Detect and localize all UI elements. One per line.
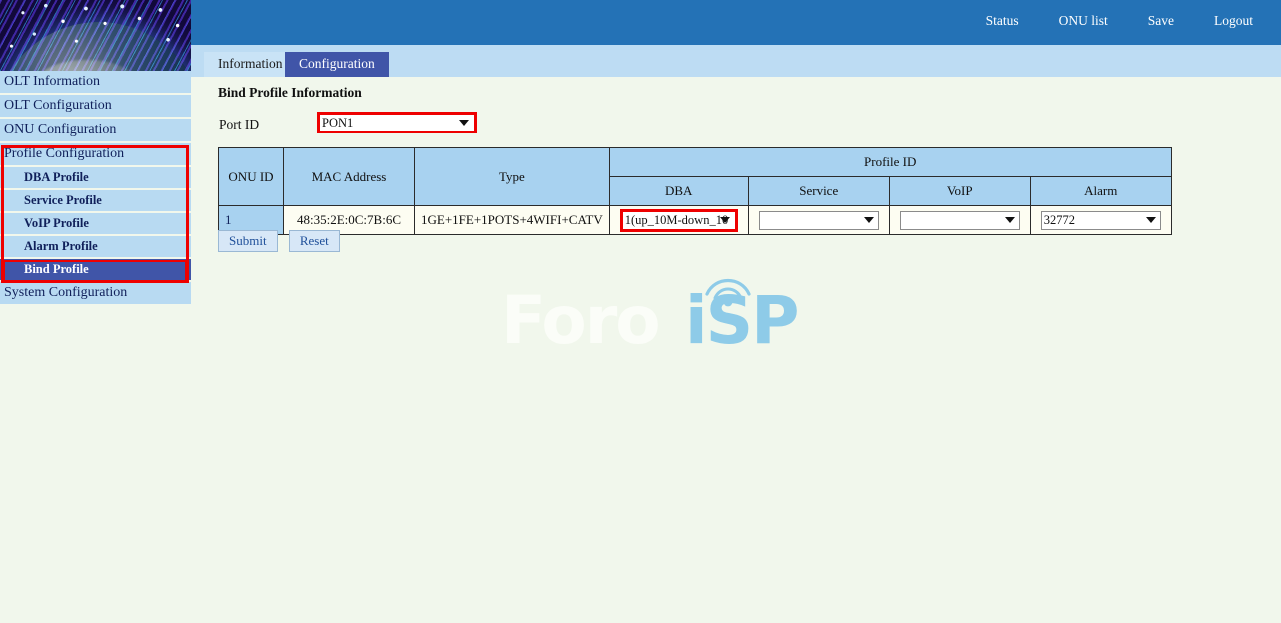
column-header-mac-address: MAC Address bbox=[284, 148, 415, 206]
port-id-select-wrapper: PON1 bbox=[320, 115, 474, 131]
sidebar-item-bind-profile[interactable]: Bind Profile bbox=[0, 259, 191, 282]
column-header-type: Type bbox=[415, 148, 610, 206]
reset-button[interactable]: Reset bbox=[289, 230, 340, 252]
service-select-wrapper bbox=[759, 211, 879, 230]
dba-select-wrapper: 1(up_10M-down_10 bbox=[623, 212, 735, 229]
sidebar-item-label: OLT Information bbox=[4, 74, 100, 89]
port-id-select[interactable]: PON1 bbox=[320, 116, 474, 131]
sidebar-item-olt-information[interactable]: OLT Information bbox=[0, 71, 191, 95]
sidebar-item-label: ONU Configuration bbox=[4, 122, 116, 137]
wifi-tower-icon bbox=[693, 268, 763, 328]
port-id-highlight-box: PON1 bbox=[317, 112, 477, 133]
page-root: OLT Information OLT Configuration ONU Co… bbox=[0, 0, 1281, 623]
column-header-onu-id: ONU ID bbox=[219, 148, 284, 206]
sidebar-item-label: Service Profile bbox=[24, 193, 102, 207]
sidebar-item-voip-profile[interactable]: VoIP Profile bbox=[0, 213, 191, 236]
dba-highlight-box: 1(up_10M-down_10 bbox=[620, 209, 738, 232]
content-area: Bind Profile Information Port ID PON1 ON… bbox=[191, 77, 1281, 623]
watermark-text-foro: Foro bbox=[501, 288, 659, 354]
cell-service bbox=[748, 206, 889, 235]
cell-dba: 1(up_10M-down_10 bbox=[609, 206, 748, 235]
sidebar-item-label: OLT Configuration bbox=[4, 98, 112, 113]
column-header-voip: VoIP bbox=[889, 177, 1030, 206]
sidebar: OLT Information OLT Configuration ONU Co… bbox=[0, 0, 191, 623]
submit-button[interactable]: Submit bbox=[218, 230, 278, 252]
sidebar-item-label: Profile Configuration bbox=[4, 146, 124, 161]
dba-profile-select[interactable]: 1(up_10M-down_10 bbox=[623, 212, 735, 229]
sidebar-item-service-profile[interactable]: Service Profile bbox=[0, 190, 191, 213]
bind-profile-table: ONU ID MAC Address Type Profile ID DBA S… bbox=[218, 147, 1172, 235]
table-head: ONU ID MAC Address Type Profile ID DBA S… bbox=[219, 148, 1172, 206]
table-body: 1 48:35:2E:0C:7B:6C 1GE+1FE+1POTS+4WIFI+… bbox=[219, 206, 1172, 235]
page-title: Bind Profile Information bbox=[218, 85, 362, 101]
table-row: 1 48:35:2E:0C:7B:6C 1GE+1FE+1POTS+4WIFI+… bbox=[219, 206, 1172, 235]
port-id-label: Port ID bbox=[219, 117, 259, 133]
tab-configuration[interactable]: Configuration bbox=[285, 52, 389, 77]
sidebar-item-olt-configuration[interactable]: OLT Configuration bbox=[0, 95, 191, 119]
nav-link-onu-list[interactable]: ONU list bbox=[1059, 13, 1108, 29]
form-button-row: Submit Reset bbox=[218, 230, 348, 252]
sidebar-item-system-configuration[interactable]: System Configuration bbox=[0, 282, 191, 306]
sidebar-item-label: Alarm Profile bbox=[24, 239, 98, 253]
column-header-dba: DBA bbox=[609, 177, 748, 206]
tab-bar: Information Configuration bbox=[191, 45, 1281, 77]
column-header-service: Service bbox=[748, 177, 889, 206]
sidebar-item-alarm-profile[interactable]: Alarm Profile bbox=[0, 236, 191, 259]
column-header-alarm: Alarm bbox=[1030, 177, 1171, 206]
sidebar-item-label: System Configuration bbox=[4, 285, 127, 300]
voip-select-wrapper bbox=[900, 211, 1020, 230]
top-navigation: Status ONU list Save Logout bbox=[986, 13, 1253, 29]
sidebar-item-label: Bind Profile bbox=[24, 262, 89, 276]
sidebar-menu: OLT Information OLT Configuration ONU Co… bbox=[0, 71, 191, 306]
voip-profile-select[interactable] bbox=[900, 211, 1020, 230]
cell-type: 1GE+1FE+1POTS+4WIFI+CATV bbox=[415, 206, 610, 235]
foroisp-watermark: Foro iSP bbox=[501, 262, 801, 372]
nav-link-logout[interactable]: Logout bbox=[1214, 13, 1253, 29]
table-header-row-top: ONU ID MAC Address Type Profile ID bbox=[219, 148, 1172, 177]
alarm-select-wrapper: 32772 bbox=[1041, 211, 1161, 230]
sidebar-item-label: VoIP Profile bbox=[24, 216, 89, 230]
alarm-profile-select[interactable]: 32772 bbox=[1041, 211, 1161, 230]
column-header-profile-id: Profile ID bbox=[609, 148, 1171, 177]
nav-link-status[interactable]: Status bbox=[986, 13, 1019, 29]
light-points-graphic bbox=[0, 0, 191, 71]
service-profile-select[interactable] bbox=[759, 211, 879, 230]
top-header-bar: Status ONU list Save Logout bbox=[191, 0, 1281, 45]
sidebar-item-profile-configuration[interactable]: Profile Configuration bbox=[0, 143, 191, 167]
cell-alarm: 32772 bbox=[1030, 206, 1171, 235]
watermark-text-isp: iSP bbox=[685, 288, 798, 354]
cell-voip bbox=[889, 206, 1030, 235]
sidebar-item-label: DBA Profile bbox=[24, 170, 89, 184]
nav-link-save[interactable]: Save bbox=[1148, 13, 1174, 29]
sidebar-item-dba-profile[interactable]: DBA Profile bbox=[0, 167, 191, 190]
tab-information[interactable]: Information bbox=[204, 52, 296, 77]
sidebar-item-onu-configuration[interactable]: ONU Configuration bbox=[0, 119, 191, 143]
fiber-globe-banner-image bbox=[0, 0, 191, 71]
